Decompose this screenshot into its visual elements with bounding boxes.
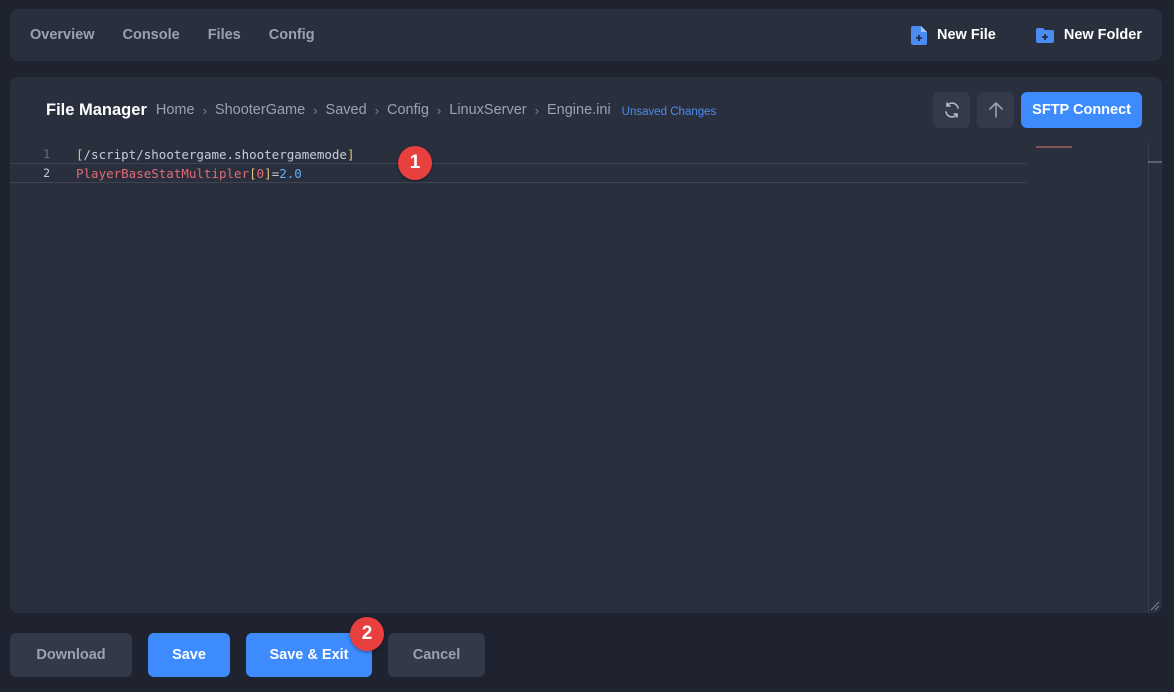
chevron-right-icon: › — [436, 102, 442, 118]
new-folder-label: New Folder — [1063, 27, 1142, 43]
save-button[interactable]: Save — [148, 633, 230, 677]
folder-plus-icon — [1035, 27, 1054, 43]
new-file-button[interactable]: New File — [911, 25, 996, 45]
code-editor[interactable]: 1 [/script/shootergame.shootergamemode] … — [10, 143, 1162, 613]
step-marker-2: 2 — [350, 617, 384, 651]
top-nav: Overview Console Files Config New File N… — [10, 9, 1162, 61]
breadcrumb-linuxserver[interactable]: LinuxServer — [449, 102, 526, 118]
editor-minimap[interactable] — [1036, 146, 1072, 148]
upload-button[interactable] — [977, 92, 1015, 128]
editor-line[interactable]: 1 [/script/shootergame.shootergamemode] — [10, 145, 1027, 164]
scrollbar-marker — [1148, 161, 1162, 163]
chevron-right-icon: › — [202, 102, 207, 118]
code-bracket: [ — [249, 165, 257, 181]
file-manager-panel: File Manager Home › ShooterGame › Saved … — [10, 77, 1162, 613]
breadcrumb-saved[interactable]: Saved — [326, 102, 367, 118]
tab-overview[interactable]: Overview — [30, 27, 95, 43]
tab-files[interactable]: Files — [208, 27, 241, 43]
breadcrumb-shootergame[interactable]: ShooterGame — [215, 102, 305, 118]
editor-scrollbar[interactable] — [1148, 143, 1162, 613]
download-button[interactable]: Download — [10, 633, 132, 677]
breadcrumb-engine-ini[interactable]: Engine.ini — [547, 102, 611, 118]
code-bracket: ] — [264, 165, 272, 181]
refresh-button[interactable] — [933, 92, 971, 128]
code-bracket: [ — [76, 146, 84, 162]
editor-line[interactable]: 2 PlayerBaseStatMultipler[0]=2.0 — [10, 164, 1027, 183]
new-folder-button[interactable]: New Folder — [1035, 27, 1142, 43]
code-value: 2.0 — [279, 165, 302, 181]
tab-config[interactable]: Config — [269, 27, 315, 43]
step-marker-1: 1 — [398, 146, 432, 180]
line-code: PlayerBaseStatMultipler[0]=2.0 — [76, 166, 302, 181]
sftp-connect-button[interactable]: SFTP Connect — [1021, 92, 1142, 128]
arrow-up-icon — [988, 102, 1003, 118]
cancel-button[interactable]: Cancel — [388, 633, 485, 677]
file-manager-header: File Manager Home › ShooterGame › Saved … — [10, 77, 1162, 143]
code-key: PlayerBaseStatMultipler — [76, 165, 250, 181]
page-title: File Manager — [46, 100, 147, 119]
breadcrumb-config[interactable]: Config — [387, 102, 429, 118]
line-number: 2 — [43, 166, 50, 180]
code-bracket: ] — [346, 146, 355, 162]
breadcrumb: Home › ShooterGame › Saved › Config › Li… — [156, 102, 611, 118]
refresh-icon — [944, 102, 959, 118]
breadcrumb-home[interactable]: Home — [156, 102, 195, 118]
chevron-right-icon: › — [374, 102, 379, 118]
chevron-right-icon: › — [313, 102, 318, 118]
file-plus-icon — [911, 25, 928, 45]
code-section: /script/shootergame.shootergamemode — [83, 146, 347, 162]
line-number: 1 — [43, 147, 50, 161]
resize-grip-icon[interactable] — [1148, 599, 1160, 611]
unsaved-changes-badge: Unsaved Changes — [621, 105, 717, 118]
line-code: [/script/shootergame.shootergamemode] — [76, 147, 354, 162]
new-file-label: New File — [937, 27, 996, 43]
tab-console[interactable]: Console — [123, 27, 180, 43]
chevron-right-icon: › — [534, 102, 539, 118]
